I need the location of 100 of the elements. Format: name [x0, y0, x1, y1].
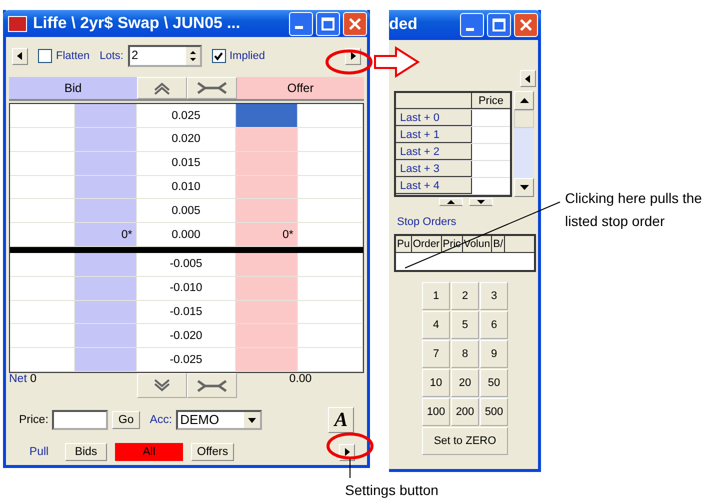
column-header[interactable]: Order	[412, 236, 442, 252]
flatten-checkbox[interactable]	[38, 49, 52, 64]
close-button[interactable]	[343, 12, 367, 36]
highlight-ellipse	[326, 432, 374, 460]
window-title: ded	[389, 16, 418, 34]
bid-cell[interactable]	[74, 152, 138, 175]
keypad-button[interactable]: 20	[451, 369, 479, 397]
minimize-button[interactable]	[460, 13, 484, 37]
caret-up-icon	[447, 200, 455, 204]
offer-cell[interactable]	[236, 152, 298, 175]
keypad-button[interactable]: 1	[422, 282, 450, 310]
close-icon	[519, 18, 533, 32]
scroll-thumb[interactable]	[514, 110, 534, 128]
caret-down-icon	[520, 185, 528, 190]
go-button[interactable]: Go	[112, 411, 140, 429]
bid-cell[interactable]	[74, 253, 138, 276]
keypad-button[interactable]: 4	[422, 311, 450, 339]
keypad-button[interactable]: 200	[451, 398, 479, 426]
offer-cell[interactable]	[236, 324, 298, 348]
pull-button[interactable]: All	[115, 443, 183, 461]
offer-cell[interactable]	[236, 176, 298, 198]
keypad-button[interactable]: 9	[480, 340, 508, 368]
app-logo-icon	[8, 16, 27, 32]
offer-header[interactable]: Offer	[237, 77, 364, 100]
implied-label: Implied	[230, 50, 265, 62]
center-button[interactable]	[187, 373, 237, 398]
highlight-ellipse	[326, 50, 372, 74]
net-label: Net	[9, 373, 27, 385]
pull-button[interactable]: Bids	[65, 443, 107, 461]
scroll-down-button[interactable]	[137, 373, 187, 398]
scrollbar[interactable]	[514, 91, 534, 197]
collapse-button[interactable]	[12, 48, 28, 65]
keypad-button[interactable]: 100	[422, 398, 450, 426]
stop-orders-title: Stop Orders	[397, 216, 458, 228]
bid-cell[interactable]	[74, 199, 138, 222]
bid-cell[interactable]	[74, 276, 138, 300]
row-header[interactable]: Last + 1	[396, 127, 472, 143]
keypad-button[interactable]: 8	[451, 340, 479, 368]
maximize-button[interactable]	[316, 12, 340, 36]
bid-cell[interactable]: 0*	[74, 223, 138, 246]
price-label: Price:	[19, 414, 48, 426]
offer-cell[interactable]	[236, 276, 298, 300]
lots-label: Lots:	[100, 50, 124, 62]
close-button[interactable]	[514, 13, 538, 37]
keypad-button[interactable]: 5	[451, 311, 479, 339]
offer-cell[interactable]	[236, 199, 298, 222]
row-header[interactable]: Last + 3	[396, 161, 472, 177]
set-to-zero-button[interactable]: Set to ZERO	[422, 427, 508, 455]
maximize-icon	[321, 16, 335, 31]
scroll-up-button[interactable]	[137, 77, 187, 100]
collapse-button[interactable]	[520, 70, 536, 87]
offer-cell[interactable]	[236, 104, 298, 128]
account-dropdown[interactable]: DEMO	[176, 410, 262, 430]
row-up-button[interactable]	[439, 198, 463, 206]
callout-text: Settings button	[345, 481, 438, 499]
row-header[interactable]: Last + 4	[396, 178, 472, 194]
row-down-button[interactable]	[469, 198, 493, 206]
keypad-button[interactable]: 50	[480, 369, 508, 397]
column-header[interactable]: Pu	[396, 236, 412, 252]
bid-header[interactable]: Bid	[9, 77, 137, 100]
bid-cell[interactable]	[74, 300, 138, 324]
keypad-button[interactable]: 500	[480, 398, 508, 426]
flatten-label: Flatten	[56, 50, 90, 62]
callout-text: Clicking here pulls the listed stop order	[565, 189, 703, 231]
offer-cell[interactable]	[236, 300, 298, 324]
font-button[interactable]: A	[328, 407, 354, 433]
bid-cell[interactable]	[74, 104, 138, 128]
bid-cell[interactable]	[74, 348, 138, 371]
keypad-button[interactable]: 6	[480, 311, 508, 339]
offer-cell[interactable]	[236, 128, 298, 151]
caret-left-icon	[16, 51, 24, 62]
keypad-button[interactable]: 10	[422, 369, 450, 397]
offer-cell[interactable]	[236, 348, 298, 371]
keypad-button[interactable]: 3	[480, 282, 508, 310]
row-header[interactable]: Last + 0	[396, 110, 472, 126]
keypad-button[interactable]: 7	[422, 340, 450, 368]
keypad-button[interactable]: 2	[451, 282, 479, 310]
offer-cell[interactable]: 0*	[236, 223, 298, 246]
price-input[interactable]	[52, 410, 108, 430]
column-header[interactable]: B/	[492, 236, 505, 252]
implied-checkbox[interactable]	[212, 49, 226, 64]
bid-cell[interactable]	[74, 176, 138, 198]
minimize-icon	[466, 28, 474, 30]
window-title: Liffe \ 2yr$ Swap \ JUN05 ...	[33, 14, 242, 33]
bid-cell[interactable]	[74, 128, 138, 151]
converging-arrows-icon	[196, 81, 228, 96]
minimize-button[interactable]	[289, 12, 313, 36]
caret-up-icon	[520, 98, 528, 103]
pull-button[interactable]: Offers	[191, 443, 234, 461]
account-label: Acc:	[150, 414, 172, 426]
offer-cell[interactable]	[236, 253, 298, 276]
maximize-button[interactable]	[487, 13, 511, 37]
bid-cell[interactable]	[74, 324, 138, 348]
column-header[interactable]: Volun	[462, 236, 492, 252]
pull-label: Pull	[28, 446, 50, 458]
column-header[interactable]: Pric	[442, 236, 463, 252]
checkmark-icon	[213, 50, 224, 62]
row-header[interactable]: Last + 2	[396, 144, 472, 160]
center-button[interactable]	[187, 77, 237, 100]
lots-spinner[interactable]: 2	[128, 45, 202, 68]
